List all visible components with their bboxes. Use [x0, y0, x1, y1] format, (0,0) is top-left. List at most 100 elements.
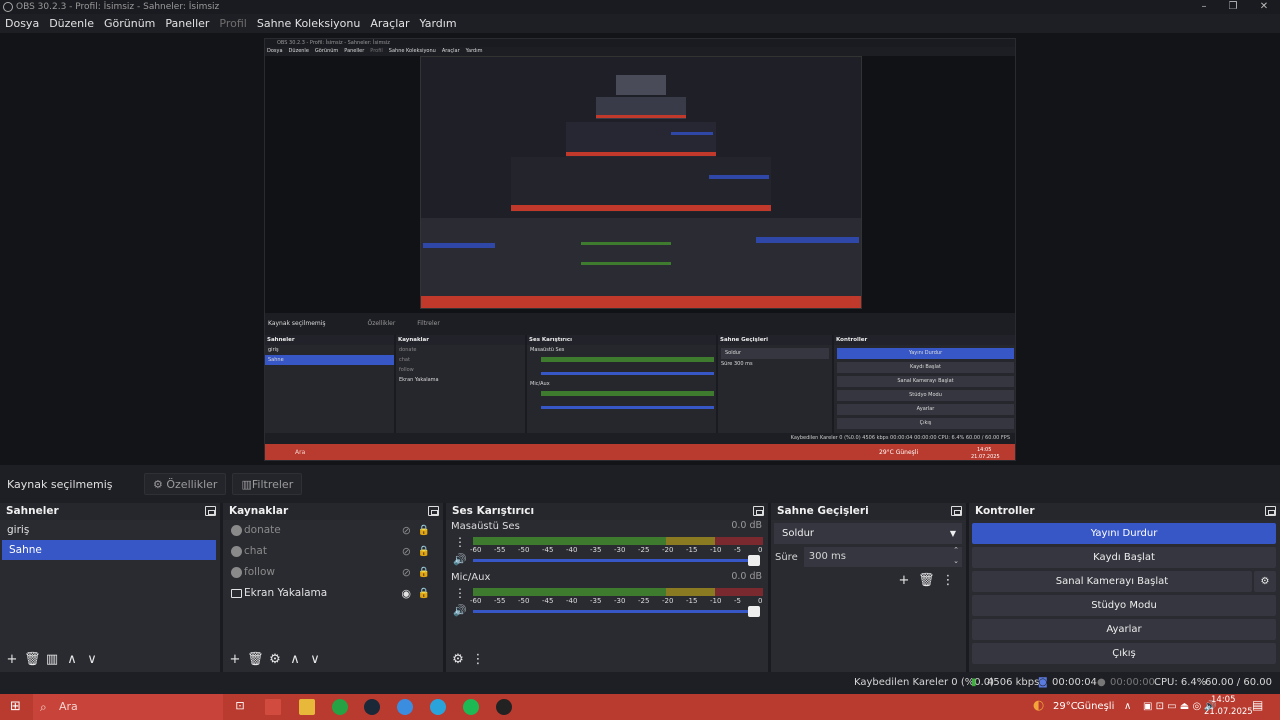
move-up-icon[interactable]: ∧ — [64, 652, 80, 668]
clock-time[interactable]: 14:05 — [1211, 695, 1236, 705]
source-item[interactable]: follow ⊘ 🔒 — [223, 562, 443, 583]
browser-source-icon — [231, 545, 242, 557]
more-options-icon[interactable]: ⋮ — [452, 534, 468, 550]
whatsapp-icon[interactable] — [332, 699, 348, 715]
obs-icon[interactable] — [496, 699, 512, 715]
volume-slider[interactable] — [473, 555, 760, 566]
more-options-icon[interactable]: ⋮ — [452, 585, 468, 601]
menu-edit[interactable]: Düzenle — [44, 17, 99, 30]
taskbar-search[interactable]: ⌕ Ara — [33, 694, 223, 720]
chevron-up-icon[interactable]: ∧ — [1124, 694, 1131, 720]
undock-icon[interactable] — [1265, 506, 1276, 516]
menu-tools[interactable]: Araçlar — [365, 17, 414, 30]
duration-label: Süre — [775, 551, 798, 563]
more-options-icon[interactable]: ⋮ — [470, 652, 486, 668]
notification-icon[interactable]: ▤ — [1252, 698, 1263, 712]
duration-input[interactable]: 300 ms ⌃ ⌄ — [803, 545, 962, 567]
eye-hidden-icon[interactable]: ⊘ — [402, 541, 411, 562]
speaker-icon[interactable]: 🔊 — [452, 552, 468, 568]
trash-icon[interactable]: 🗑 — [918, 573, 935, 589]
volume-slider[interactable] — [473, 606, 760, 617]
lock-icon[interactable]: 🔒 — [418, 520, 430, 541]
telegram-icon[interactable] — [430, 699, 446, 715]
tick-label: -40 — [566, 597, 578, 605]
source-item[interactable]: chat ⊘ 🔒 — [223, 541, 443, 562]
source-item[interactable]: Ekran Yakalama ◉ 🔒 — [223, 583, 443, 604]
menu-docks[interactable]: Paneller — [160, 17, 214, 30]
weather-icon: ◐ — [1033, 698, 1045, 713]
nested-title: OBS 30.2.3 - Profil: İsimsiz - Sahneler:… — [265, 39, 1015, 47]
menu-file[interactable]: Dosya — [0, 17, 44, 30]
spin-icon[interactable]: ⌃ ⌄ — [953, 545, 959, 567]
undock-icon[interactable] — [428, 506, 439, 516]
speaker-icon[interactable]: 🔊 — [452, 603, 468, 619]
move-down-icon[interactable]: ∨ — [307, 652, 323, 668]
studio-mode-button[interactable]: Stüdyo Modu — [972, 595, 1276, 616]
trash-icon[interactable]: 🗑 — [24, 652, 41, 668]
app-icon[interactable] — [265, 699, 281, 715]
mixer-channel: Mic/Aux 0.0 dB ⋮ 🔊 -60 -55 -50 -45 -40 -35 -30 -25-… — [446, 571, 768, 622]
tick-label: -5 — [734, 546, 741, 554]
steam-icon[interactable] — [364, 699, 380, 715]
scene-item[interactable]: giriş — [0, 520, 220, 540]
add-scene-icon[interactable]: + — [4, 652, 20, 668]
browser-source-icon — [231, 566, 242, 578]
volume-knob[interactable] — [748, 555, 760, 566]
move-down-icon[interactable]: ∨ — [84, 652, 100, 668]
lock-icon[interactable]: 🔒 — [418, 541, 430, 562]
weather-temp[interactable]: 29°C — [1053, 694, 1078, 720]
clock-date[interactable]: 21.07.2025 — [1204, 707, 1253, 717]
transition-select[interactable]: Soldur ▼ — [774, 523, 962, 544]
menu-scene-collection[interactable]: Sahne Koleksiyonu — [252, 17, 366, 30]
source-item[interactable]: donate ⊘ 🔒 — [223, 520, 443, 541]
menu-view[interactable]: Görünüm — [99, 17, 160, 30]
virtual-camera-gear-icon[interactable]: ⚙ — [1254, 571, 1276, 592]
file-explorer-icon[interactable] — [299, 699, 315, 715]
advanced-audio-gear-icon[interactable]: ⚙ — [450, 652, 466, 668]
meter-segment — [714, 537, 763, 545]
stop-streaming-button[interactable]: Yayını Durdur — [972, 523, 1276, 544]
add-source-icon[interactable]: + — [227, 652, 243, 668]
spotify-icon[interactable] — [463, 699, 479, 715]
undock-icon[interactable] — [205, 506, 216, 516]
filter-icon[interactable]: ▥ — [44, 652, 60, 668]
tick-label: -15 — [686, 546, 698, 554]
undock-icon[interactable] — [753, 506, 764, 516]
controls-dock: Kontroller Yayını Durdur Kaydı Başlat Sa… — [969, 503, 1280, 672]
lock-icon[interactable]: 🔒 — [418, 562, 430, 583]
exit-button[interactable]: Çıkış — [972, 643, 1276, 664]
menu-profile[interactable]: Profil — [214, 17, 251, 30]
audio-mixer-dock: Ses Karıştırıcı Masaüstü Ses 0.0 dB ⋮ 🔊 -60-… — [446, 503, 771, 672]
chrome-icon[interactable] — [397, 699, 413, 715]
weather-desc[interactable]: Güneşli — [1077, 694, 1114, 720]
tick-label: -40 — [566, 546, 578, 554]
lock-icon[interactable]: 🔒 — [418, 583, 430, 604]
more-options-icon[interactable]: ⋮ — [940, 573, 956, 589]
channel-db: 0.0 dB — [731, 520, 762, 531]
scene-item-selected[interactable]: Sahne — [2, 540, 216, 560]
meter-ticks: -60 -55 -50 -45 -40 -35 -30 -25 -20 -15 -10 -5 0 — [470, 546, 766, 556]
properties-button[interactable]: ⚙ Özellikler — [144, 473, 227, 495]
filters-button[interactable]: ▥Filtreler — [232, 473, 303, 495]
windows-start-icon[interactable]: ⊞ — [10, 699, 21, 714]
task-view-icon[interactable]: ⊡ — [232, 699, 248, 715]
tick-label: -45 — [542, 546, 554, 554]
start-virtual-camera-button[interactable]: Sanal Kamerayı Başlat — [972, 571, 1252, 592]
eye-hidden-icon[interactable]: ⊘ — [402, 562, 411, 583]
eye-hidden-icon[interactable]: ⊘ — [402, 520, 411, 541]
preview-area[interactable]: OBS 30.2.3 - Profil: İsimsiz - Sahneler:… — [0, 33, 1280, 465]
menu-help[interactable]: Yardım — [415, 17, 462, 30]
maximize-button[interactable]: ❐ — [1218, 0, 1248, 14]
eye-icon[interactable]: ◉ — [401, 583, 411, 604]
close-button[interactable]: ✕ — [1249, 0, 1279, 14]
add-transition-icon[interactable]: + — [896, 573, 912, 589]
trash-icon[interactable]: 🗑 — [247, 652, 264, 668]
volume-knob[interactable] — [748, 606, 760, 617]
start-recording-button[interactable]: Kaydı Başlat — [972, 547, 1276, 568]
minimize-button[interactable]: – — [1189, 0, 1219, 14]
settings-button[interactable]: Ayarlar — [972, 619, 1276, 640]
gear-icon[interactable]: ⚙ — [267, 652, 283, 668]
undock-icon[interactable] — [951, 506, 962, 516]
move-up-icon[interactable]: ∧ — [287, 652, 303, 668]
tick-label: -20 — [662, 597, 674, 605]
